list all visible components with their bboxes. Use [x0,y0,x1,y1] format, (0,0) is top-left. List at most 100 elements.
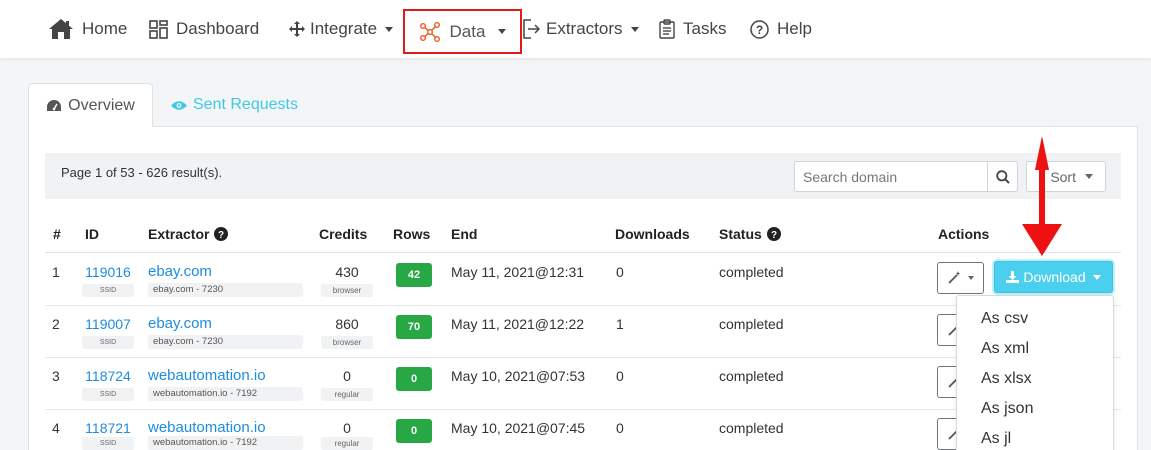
extractor-sub-label: webautomation.io - 7192 [148,387,303,401]
nav-help-label: Help [777,19,812,38]
home-icon [49,19,73,39]
col-header-end: End [451,226,478,242]
top-navbar: Home Dashboard Integrate Data Extractors… [0,0,1151,58]
credits-value: 860 [335,316,359,332]
downloads-count: 0 [616,420,624,436]
row-num: 2 [52,316,60,332]
nav-tasks[interactable]: Tasks [659,14,726,44]
run-id-link[interactable]: 119016 [82,264,134,280]
rows-count-badge: 42 [396,263,432,287]
nav-help[interactable]: ? Help [750,14,812,44]
credits-type: browser [321,284,373,297]
download-option-json[interactable]: As json [981,400,1033,418]
extractor-link[interactable]: ebay.com [148,315,212,332]
end-time: May 10, 2021@07:45 [451,420,586,436]
nav-data[interactable]: Data [403,9,522,54]
downloads-count: 0 [616,264,624,280]
dashboard-icon [149,19,168,39]
download-button-label: Download [1023,269,1086,285]
nav-extractors-label: Extractors [546,19,623,38]
ssid-label: SSID [82,437,134,450]
search-icon [995,169,1010,184]
tab-sent-requests[interactable]: Sent Requests [171,92,298,118]
tab-overview-label: Overview [68,96,135,114]
download-option-xml[interactable]: As xml [981,340,1029,358]
question-circle-icon[interactable]: ? [214,227,229,241]
ssid-label: SSID [82,336,134,349]
annotation-arrow-icon [1022,136,1062,256]
col-header-credits: Credits [319,226,368,242]
credits-value: 0 [343,368,351,384]
sign-out-icon [523,19,541,39]
ssid-label: SSID [82,388,134,401]
extractor-link[interactable]: ebay.com [148,263,212,280]
col-header-extractor: Extractor ? [148,226,229,242]
row-num: 3 [52,368,60,384]
credits-type: regular [321,388,373,401]
svg-text:?: ? [771,230,777,241]
end-time: May 11, 2021@12:22 [451,316,585,332]
nav-home[interactable]: Home [48,14,127,44]
question-circle-icon: ? [750,19,769,39]
status-text: completed [719,316,784,332]
nav-data-label: Data [449,21,486,41]
chevron-down-icon [968,276,974,280]
extractor-sub-label: webautomation.io - 7192 [148,436,303,450]
rows-count-badge: 70 [396,315,432,339]
nav-dashboard[interactable]: Dashboard [149,14,259,44]
chevron-down-icon [498,29,507,34]
chevron-down-icon [385,26,394,32]
gauge-icon [47,99,62,111]
credits-value: 430 [335,264,359,280]
col-header-downloads: Downloads [615,226,690,242]
tab-sent-requests-label: Sent Requests [193,96,298,113]
clipboard-icon [659,19,675,39]
extractor-link[interactable]: webautomation.io [148,367,266,384]
end-time: May 10, 2021@07:53 [451,368,586,384]
download-option-jl[interactable]: As jl [981,430,1011,448]
download-dropdown-menu: As csv As xml As xlsx As json As jl [956,295,1114,450]
search-domain-input[interactable] [794,161,988,192]
col-header-status: Status ? [719,226,781,242]
extractor-link[interactable]: webautomation.io [148,419,266,436]
status-text: completed [719,420,784,436]
run-id-link[interactable]: 118724 [82,368,134,384]
eye-icon [171,100,187,110]
nav-dashboard-label: Dashboard [176,19,260,38]
svg-text:?: ? [218,230,224,241]
credits-type: browser [321,336,373,349]
row-num: 4 [52,420,60,436]
nav-extractors[interactable]: Extractors [523,14,639,44]
credits-type: regular [321,437,373,450]
rows-count-badge: 0 [396,419,432,443]
end-time: May 11, 2021@12:31 [451,264,585,280]
row-num: 1 [52,264,60,280]
chevron-down-icon [1085,174,1093,179]
run-id-link[interactable]: 119007 [82,316,134,332]
tab-overview[interactable]: Overview [28,83,153,127]
search-button[interactable] [987,161,1018,192]
ssid-label: SSID [82,284,134,297]
header-divider [45,252,1121,253]
col-header-status-label: Status [719,226,762,242]
download-icon [1006,271,1020,283]
svg-text:?: ? [756,23,763,37]
credits-value: 0 [343,420,351,436]
rows-count-badge: 0 [396,367,432,391]
question-circle-icon[interactable]: ? [766,227,781,241]
status-text: completed [719,264,784,280]
chevron-down-icon [630,26,639,32]
download-option-xlsx[interactable]: As xlsx [981,370,1032,388]
actions-wand-button[interactable] [937,262,984,294]
chevron-down-icon [1092,274,1101,280]
magic-wand-icon [948,271,961,284]
download-option-csv[interactable]: As csv [981,310,1028,328]
download-button[interactable]: Download [994,261,1113,293]
nav-integrate[interactable]: Integrate [289,14,394,44]
arrows-move-icon [289,21,305,37]
col-header-num: # [53,226,61,242]
data-network-icon [419,21,440,42]
nav-integrate-label: Integrate [310,19,378,38]
run-id-link[interactable]: 118721 [82,420,134,436]
status-text: completed [719,368,784,384]
